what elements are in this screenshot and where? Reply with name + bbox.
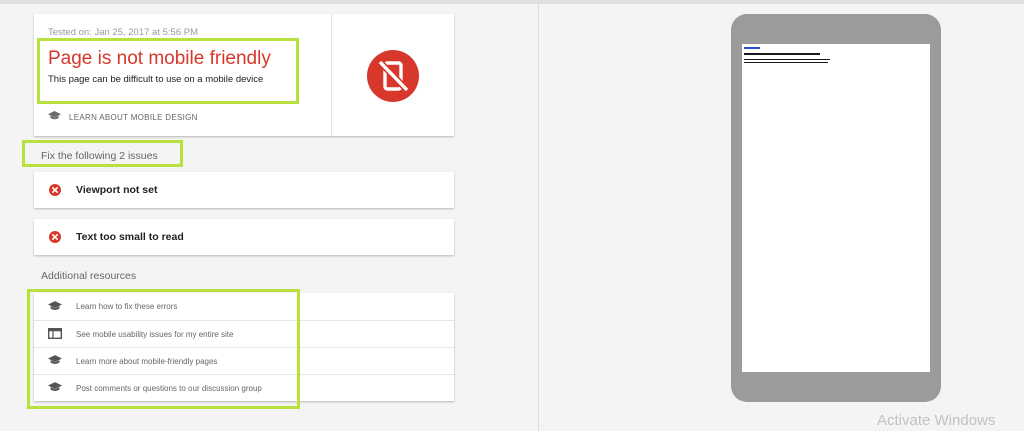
preview-text-line xyxy=(744,59,830,60)
phone-frame xyxy=(731,14,941,402)
issues-heading: Fix the following 2 issues xyxy=(41,150,158,162)
graduation-cap-icon xyxy=(48,382,62,394)
resources-heading: Additional resources xyxy=(41,270,137,282)
learn-mobile-design-label: LEARN ABOUT MOBILE DESIGN xyxy=(69,112,198,122)
tested-timestamp: Tested on: Jan 25, 2017 at 5:56 PM xyxy=(48,27,198,38)
resource-mobile-friendly-pages[interactable]: Learn more about mobile-friendly pages xyxy=(34,347,454,374)
issue-viewport-not-set[interactable]: Viewport not set xyxy=(34,172,454,208)
result-headline: Page is not mobile friendly xyxy=(48,48,271,69)
issue-label: Viewport not set xyxy=(76,184,158,196)
resource-site-usability[interactable]: See mobile usability issues for my entir… xyxy=(34,320,454,347)
results-pane: Tested on: Jan 25, 2017 at 5:56 PM Page … xyxy=(0,4,538,431)
graduation-cap-icon xyxy=(48,300,62,313)
card-divider xyxy=(331,14,332,136)
error-circle-icon xyxy=(49,184,61,196)
issue-label: Text too small to read xyxy=(76,231,184,243)
result-subtext: This page can be difficult to use on a m… xyxy=(48,74,264,85)
issue-text-too-small[interactable]: Text too small to read xyxy=(34,219,454,255)
error-circle-icon xyxy=(49,231,61,243)
resource-label: Learn how to fix these errors xyxy=(76,302,178,311)
preview-pane: Activate Windows xyxy=(539,4,1024,431)
graduation-cap-icon xyxy=(48,108,61,126)
resource-learn-fix-errors[interactable]: Learn how to fix these errors xyxy=(34,293,454,320)
resources-card: Learn how to fix these errors See mobile… xyxy=(34,293,454,401)
resource-label: Post comments or questions to our discus… xyxy=(76,383,262,393)
preview-text-line xyxy=(744,62,828,63)
preview-text-line xyxy=(744,53,820,55)
graduation-cap-icon xyxy=(48,355,62,367)
activate-windows-watermark: Activate Windows xyxy=(877,412,996,429)
resource-label: See mobile usability issues for my entir… xyxy=(76,329,234,339)
browser-window-icon xyxy=(48,328,62,340)
not-mobile-friendly-icon xyxy=(367,50,419,102)
preview-link-line xyxy=(744,47,760,49)
learn-mobile-design-link[interactable]: LEARN ABOUT MOBILE DESIGN xyxy=(48,110,198,124)
page-screenshot-preview xyxy=(742,44,930,372)
resource-discussion-group[interactable]: Post comments or questions to our discus… xyxy=(34,374,454,401)
resource-label: Learn more about mobile-friendly pages xyxy=(76,356,218,366)
result-card: Tested on: Jan 25, 2017 at 5:56 PM Page … xyxy=(34,14,454,136)
